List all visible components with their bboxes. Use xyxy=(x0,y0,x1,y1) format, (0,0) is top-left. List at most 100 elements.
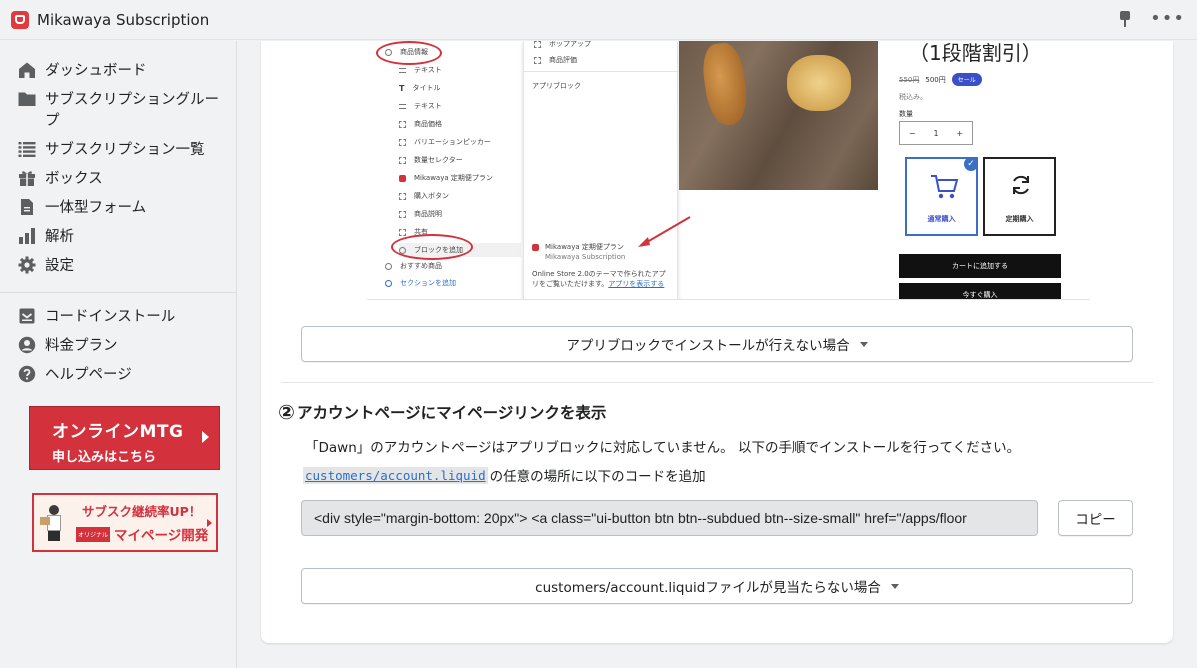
panel-app-sub: Mikawaya Subscription xyxy=(545,253,626,261)
sidebar-divider xyxy=(0,292,236,293)
arrow-right-icon xyxy=(202,431,209,443)
block-label: テキスト xyxy=(414,66,442,74)
panel-heading: アプリブロック xyxy=(532,82,581,90)
sidebar: ダッシュボード サブスクリプショングループ サブスクリプション一覧 ボックス 一… xyxy=(0,41,237,668)
sidebar-item-subscription-groups[interactable]: サブスクリプショングループ xyxy=(0,86,236,136)
mypage-development-banner[interactable]: サブスク継続率UP！ オリジナル マイページ開発 xyxy=(32,493,218,552)
sidebar-item-label: ヘルプページ xyxy=(45,367,132,383)
question-icon xyxy=(18,365,36,383)
block-label: 商品説明 xyxy=(414,210,442,218)
option-label: 定期購入 xyxy=(1005,215,1034,223)
sidebar-item-settings[interactable]: 設定 xyxy=(0,252,236,281)
screenshot-app-block-panel: ポップアップ 商品評価 アプリブロック Mikawaya 定期便プラン Mika… xyxy=(523,41,691,299)
document-icon xyxy=(18,198,36,216)
block-icon xyxy=(534,41,541,48)
sidebar-item-label: サブスクリプショングループ xyxy=(45,92,219,129)
online-mtg-banner[interactable]: オンラインMTG 申し込みはこちら xyxy=(29,406,220,470)
gear-icon xyxy=(18,256,36,274)
block-icon xyxy=(399,138,406,146)
sidebar-item-label: 設定 xyxy=(45,258,74,274)
block-item: 購入ボタン xyxy=(399,191,449,201)
qty-minus: − xyxy=(908,128,916,138)
price-old: 550円 xyxy=(899,75,920,84)
qty-label: 数量 xyxy=(899,110,913,118)
block-icon xyxy=(399,228,406,236)
product-price: 550円 500円 セール xyxy=(899,73,982,86)
account-liquid-link[interactable]: customers/account.liquid xyxy=(303,466,488,484)
more-options-icon[interactable]: ••• xyxy=(1150,10,1185,28)
block-item: おすすめ商品 xyxy=(385,261,442,271)
install-icon xyxy=(18,307,36,325)
panel-app-item: Mikawaya 定期便プラン xyxy=(532,242,624,252)
sidebar-item-label: ボックス xyxy=(45,171,103,187)
block-item: バリエーションピッカー xyxy=(399,137,491,147)
sidebar-item-analytics[interactable]: 解析 xyxy=(0,223,236,252)
block-label: テキスト xyxy=(414,102,442,110)
account-liquid-missing-toggle[interactable]: customers/account.liquidファイルが見当たらない場合 xyxy=(301,568,1133,604)
sidebar-item-help-page[interactable]: ヘルプページ xyxy=(0,361,236,390)
product-photo xyxy=(679,41,878,190)
block-item: T タイトル xyxy=(399,83,440,93)
sidebar-item-dashboard[interactable]: ダッシュボード xyxy=(0,57,236,86)
app-title: Mikawaya Subscription xyxy=(37,10,210,29)
app-logo-icon xyxy=(399,174,406,182)
plus-circle-icon xyxy=(385,279,392,287)
panel-divider xyxy=(524,71,679,72)
financier-image xyxy=(787,55,851,111)
app-block-fallback-toggle[interactable]: アプリブロックでインストールが行えない場合 xyxy=(301,326,1133,362)
title-t-icon: T xyxy=(399,83,405,93)
buy-now-button: 今すぐ購入 xyxy=(899,283,1061,299)
block-label: バリエーションピッカー xyxy=(414,138,491,146)
block-label: おすすめ商品 xyxy=(400,262,442,270)
code-snippet-field[interactable]: <div style="margin-bottom: 20px"> <a cla… xyxy=(301,500,1038,536)
block-icon xyxy=(399,210,406,218)
theme-editor-screenshot: 商品情報 テキスト T タイトル テキスト 商品価格 バリエーションピッカー 数量… xyxy=(367,41,1090,300)
madeleine-image xyxy=(699,41,751,128)
sidebar-item-pricing-plan[interactable]: 料金プラン xyxy=(0,332,236,361)
banner-mtg-line2: 申し込みはこちら xyxy=(52,450,157,465)
sidebar-item-box[interactable]: ボックス xyxy=(0,165,236,194)
block-icon xyxy=(399,120,406,128)
file-instruction-text: の任意の場所に以下のコードを追加 xyxy=(489,469,706,485)
qty-plus: + xyxy=(956,128,964,138)
original-tag: オリジナル xyxy=(76,526,111,542)
qty-stepper: − 1 + xyxy=(899,121,973,145)
block-item: Mikawaya 定期便プラン xyxy=(399,173,493,183)
option-subscription: 定期購入 xyxy=(983,157,1056,236)
text-icon xyxy=(399,67,406,73)
block-label: 商品価格 xyxy=(414,120,442,128)
block-item: セクションを追加 xyxy=(385,278,456,288)
panel-app-name: Mikawaya 定期便プラン xyxy=(545,243,624,251)
sidebar-item-label: ダッシュボード xyxy=(45,63,147,79)
section-title-text: アカウントページにマイページリンクを表示 xyxy=(296,404,607,422)
sidebar-item-subscription-list[interactable]: サブスクリプション一覧 xyxy=(0,136,236,165)
add-to-cart-button: カートに追加する xyxy=(899,254,1061,278)
sale-badge: セール xyxy=(951,73,982,86)
sidebar-item-code-install[interactable]: コードインストール xyxy=(0,303,236,332)
block-item: テキスト xyxy=(399,101,442,111)
option-label: 通常購入 xyxy=(927,215,956,223)
block-icon xyxy=(534,56,541,64)
sidebar-item-integrated-form[interactable]: 一体型フォーム xyxy=(0,194,236,223)
panel-item-label: ポップアップ xyxy=(549,41,591,48)
highlight-circle xyxy=(376,41,442,65)
sidebar-item-label: サブスクリプション一覧 xyxy=(45,142,205,158)
home-icon xyxy=(18,61,36,79)
sidebar-item-label: 料金プラン xyxy=(45,338,118,354)
pin-icon[interactable] xyxy=(1118,10,1132,28)
app-logo-icon xyxy=(532,243,539,251)
arrow-right-icon xyxy=(207,519,212,527)
check-icon: ✓ xyxy=(964,157,978,171)
refresh-icon xyxy=(1013,175,1029,195)
analytics-icon xyxy=(18,227,36,245)
block-label: 購入ボタン xyxy=(414,192,449,200)
sidebar-item-label: 一体型フォーム xyxy=(45,200,147,216)
highlight-circle xyxy=(391,234,473,260)
banner-mypage-line1: サブスク継続率UP！ xyxy=(82,504,202,519)
tag-icon xyxy=(385,262,392,270)
copy-button[interactable]: コピー xyxy=(1058,500,1133,536)
panel-item: ポップアップ xyxy=(534,41,591,49)
topbar-actions: ••• xyxy=(1118,10,1185,28)
block-item: 商品価格 xyxy=(399,119,442,129)
block-label: Mikawaya 定期便プラン xyxy=(414,174,493,182)
